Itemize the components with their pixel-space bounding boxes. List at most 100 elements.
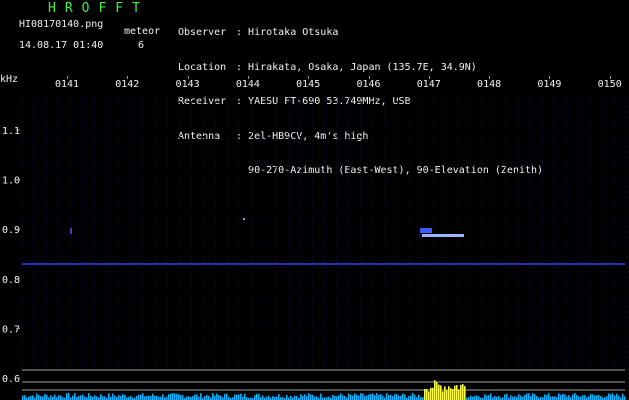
level-bar bbox=[180, 394, 182, 400]
level-bar bbox=[614, 395, 616, 400]
burst-bar bbox=[426, 389, 428, 400]
level-bar bbox=[576, 394, 578, 400]
level-bar bbox=[32, 395, 34, 400]
level-bar bbox=[470, 395, 472, 400]
level-bar bbox=[196, 394, 198, 400]
level-bar bbox=[238, 394, 240, 400]
level-bar bbox=[396, 394, 398, 400]
level-bar bbox=[254, 395, 256, 400]
level-bar bbox=[122, 394, 124, 400]
level-bar bbox=[220, 395, 222, 400]
level-bar bbox=[510, 395, 512, 400]
noise-dot bbox=[70, 228, 72, 234]
level-bar bbox=[60, 395, 62, 400]
burst-bar bbox=[444, 386, 446, 400]
level-bar bbox=[574, 393, 576, 400]
level-bar bbox=[414, 394, 416, 400]
level-bar bbox=[366, 395, 368, 400]
level-bar bbox=[490, 393, 492, 400]
level-bar bbox=[72, 395, 74, 400]
level-bar bbox=[532, 393, 534, 400]
level-bar bbox=[530, 396, 532, 400]
level-bar bbox=[376, 393, 378, 400]
burst-bar bbox=[452, 389, 454, 400]
level-bar bbox=[84, 396, 86, 400]
level-bar bbox=[336, 396, 338, 400]
level-bar bbox=[476, 395, 478, 400]
level-bar bbox=[498, 396, 500, 400]
level-bar bbox=[494, 395, 496, 400]
burst-bar bbox=[458, 389, 460, 400]
level-bar bbox=[178, 394, 180, 400]
burst-bar bbox=[450, 388, 452, 400]
level-bar bbox=[304, 394, 306, 400]
level-bar bbox=[244, 393, 246, 400]
level-bar bbox=[204, 396, 206, 400]
level-bar bbox=[104, 396, 106, 400]
level-bar bbox=[286, 394, 288, 400]
level-bar bbox=[600, 396, 602, 400]
level-bar bbox=[234, 394, 236, 400]
level-bar bbox=[562, 394, 564, 400]
level-bar bbox=[404, 394, 406, 400]
level-bar bbox=[474, 395, 476, 400]
freq-tick-label: 1.1 bbox=[2, 126, 20, 137]
level-bar bbox=[118, 394, 120, 400]
level-bar bbox=[198, 396, 200, 400]
level-bar bbox=[78, 395, 80, 400]
noise-dot bbox=[243, 218, 245, 220]
level-bar bbox=[166, 396, 168, 400]
level-bar bbox=[394, 394, 396, 400]
level-bar bbox=[592, 394, 594, 400]
burst-bar bbox=[456, 385, 458, 400]
level-bar bbox=[290, 395, 292, 400]
level-bar bbox=[302, 395, 304, 400]
level-bar bbox=[80, 395, 82, 400]
meteor-echo bbox=[422, 234, 464, 237]
level-bar bbox=[342, 395, 344, 400]
burst-bar bbox=[462, 384, 464, 400]
level-bar bbox=[276, 396, 278, 400]
level-bar bbox=[114, 395, 116, 400]
level-bar bbox=[348, 393, 350, 400]
level-bar bbox=[598, 394, 600, 400]
level-bar bbox=[546, 395, 548, 400]
burst-bar bbox=[460, 384, 462, 400]
level-bar bbox=[590, 393, 592, 400]
level-bar bbox=[354, 393, 356, 400]
burst-bar bbox=[428, 391, 430, 400]
level-bar bbox=[102, 396, 104, 400]
level-bar bbox=[96, 396, 98, 400]
level-bar bbox=[390, 394, 392, 400]
burst-bar bbox=[464, 386, 466, 400]
level-bar bbox=[564, 394, 566, 400]
level-bar bbox=[124, 394, 126, 400]
level-bar bbox=[278, 394, 280, 400]
level-bar bbox=[392, 396, 394, 400]
level-bar bbox=[168, 394, 170, 400]
level-bar bbox=[616, 393, 618, 400]
level-bar bbox=[514, 396, 516, 400]
level-bar bbox=[40, 395, 42, 400]
level-bar bbox=[618, 395, 620, 400]
level-bar bbox=[294, 395, 296, 400]
level-bar bbox=[418, 394, 420, 400]
freq-tick-label: 0.9 bbox=[2, 225, 20, 236]
level-bar bbox=[486, 395, 488, 400]
level-bar bbox=[24, 395, 26, 400]
level-bar bbox=[182, 395, 184, 400]
level-bar bbox=[362, 393, 364, 400]
level-bar bbox=[148, 395, 150, 400]
level-bar bbox=[566, 396, 568, 400]
level-bar bbox=[22, 395, 24, 400]
level-bar bbox=[108, 393, 110, 400]
level-bar bbox=[584, 395, 586, 400]
level-bar bbox=[594, 395, 596, 400]
level-bar bbox=[364, 395, 366, 400]
level-bar bbox=[408, 396, 410, 400]
spectrogram: 1.1 1.0 0.9 0.8 0.7 0.6 bbox=[2, 96, 628, 400]
level-bar bbox=[214, 395, 216, 400]
burst-bar bbox=[446, 390, 448, 400]
level-bar bbox=[316, 396, 318, 400]
level-bar bbox=[258, 393, 260, 400]
